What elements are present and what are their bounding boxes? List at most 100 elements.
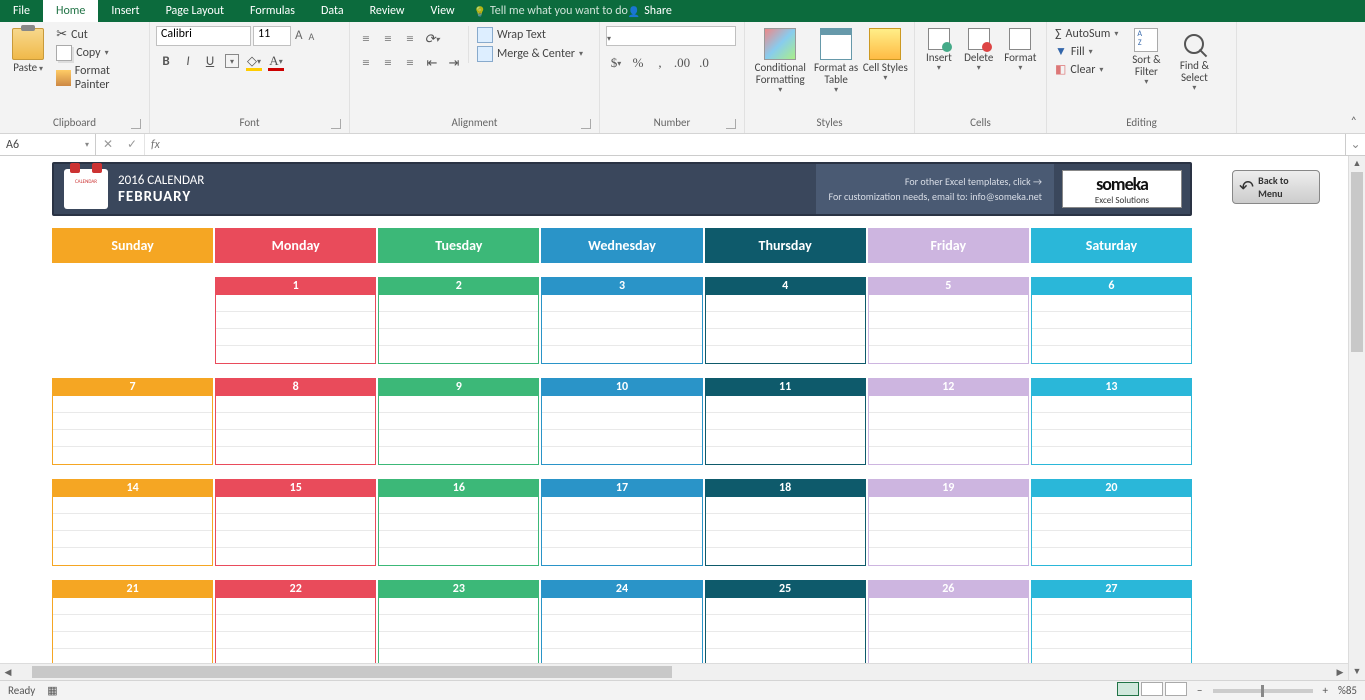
enter-formula-icon[interactable]: ✓	[120, 137, 144, 152]
day-cell[interactable]: 26	[868, 580, 1029, 667]
someka-logo[interactable]: somekaExcel Solutions	[1062, 170, 1182, 208]
day-cell[interactable]: 10	[541, 378, 702, 465]
align-middle-icon[interactable]: ≡	[378, 29, 398, 49]
day-cell[interactable]: 5	[868, 277, 1029, 364]
format-cells-button[interactable]: Format	[1001, 26, 1040, 73]
day-cell[interactable]: 1	[215, 277, 376, 364]
format-as-table-button[interactable]: Format as Table	[813, 26, 858, 95]
name-box[interactable]: A6	[0, 134, 96, 155]
day-cell[interactable]: 18	[705, 479, 866, 566]
formula-input[interactable]	[166, 134, 1345, 155]
tab-pagelayout[interactable]: Page Layout	[153, 0, 237, 22]
day-cell[interactable]: 2	[378, 277, 539, 364]
insert-cells-button[interactable]: Insert	[921, 26, 957, 73]
tab-formulas[interactable]: Formulas	[237, 0, 308, 22]
day-cell[interactable]	[52, 277, 213, 364]
align-top-icon[interactable]: ≡	[356, 29, 376, 49]
day-cell[interactable]: 11	[705, 378, 866, 465]
day-cell[interactable]: 25	[705, 580, 866, 667]
tab-file[interactable]: File	[0, 0, 43, 22]
font-color-button[interactable]: A	[266, 51, 286, 71]
wrap-text-button[interactable]: Wrap Text	[475, 26, 585, 44]
tab-view[interactable]: View	[418, 0, 468, 22]
align-center-icon[interactable]: ≡	[378, 53, 398, 73]
zoom-out-icon[interactable]: −	[1197, 684, 1202, 697]
align-left-icon[interactable]: ≡	[356, 53, 376, 73]
align-bottom-icon[interactable]: ≡	[400, 29, 420, 49]
fill-button[interactable]: ▼Fill	[1053, 43, 1120, 60]
tab-insert[interactable]: Insert	[98, 0, 152, 22]
clear-button[interactable]: ◧Clear	[1053, 61, 1120, 78]
increase-decimal-icon[interactable]: .00	[672, 53, 692, 73]
border-button[interactable]	[225, 54, 239, 68]
zoom-level[interactable]: %85	[1338, 684, 1357, 697]
indent-decrease-icon[interactable]: ⇤	[422, 53, 442, 73]
paste-button[interactable]: Paste	[6, 26, 50, 74]
percent-format-icon[interactable]: %	[628, 53, 648, 73]
day-cell[interactable]: 12	[868, 378, 1029, 465]
cut-button[interactable]: ✂Cut	[54, 26, 143, 43]
day-cell[interactable]: 16	[378, 479, 539, 566]
collapse-ribbon-icon[interactable]: ˄	[1351, 115, 1357, 129]
day-cell[interactable]: 7	[52, 378, 213, 465]
vertical-scrollbar[interactable]: ▲▼	[1348, 156, 1365, 680]
fx-icon[interactable]: fx	[145, 134, 166, 155]
find-select-button[interactable]: Find & Select	[1172, 26, 1216, 93]
day-cell[interactable]: 4	[705, 277, 866, 364]
indent-increase-icon[interactable]: ⇥	[444, 53, 464, 73]
number-format-select[interactable]	[606, 26, 736, 46]
day-cell[interactable]: 15	[215, 479, 376, 566]
day-cell[interactable]: 6	[1031, 277, 1192, 364]
day-cell[interactable]: 3	[541, 277, 702, 364]
day-cell[interactable]: 21	[52, 580, 213, 667]
day-cell[interactable]: 19	[868, 479, 1029, 566]
day-cell[interactable]: 24	[541, 580, 702, 667]
underline-button[interactable]: U	[200, 51, 220, 71]
tab-home[interactable]: Home	[43, 0, 98, 22]
view-buttons[interactable]	[1115, 682, 1187, 699]
day-cell[interactable]: 20	[1031, 479, 1192, 566]
alignment-launcher[interactable]	[581, 119, 591, 129]
tab-review[interactable]: Review	[357, 0, 418, 22]
font-launcher[interactable]	[331, 119, 341, 129]
day-cell[interactable]: 13	[1031, 378, 1192, 465]
conditional-formatting-button[interactable]: Conditional Formatting	[751, 26, 809, 95]
day-cell[interactable]: 8	[215, 378, 376, 465]
align-right-icon[interactable]: ≡	[400, 53, 420, 73]
expand-formula-bar-icon[interactable]: ⌄	[1345, 134, 1365, 155]
day-cell[interactable]: 23	[378, 580, 539, 667]
day-cell[interactable]: 9	[378, 378, 539, 465]
back-to-menu-button[interactable]: Back to Menu	[1232, 170, 1320, 204]
cancel-formula-icon[interactable]: ✕	[96, 137, 120, 152]
day-cell[interactable]: 27	[1031, 580, 1192, 667]
font-size-select[interactable]: 11	[253, 26, 291, 46]
decrease-decimal-icon[interactable]: .0	[694, 53, 714, 73]
share-button[interactable]: Share	[628, 4, 672, 18]
font-name-select[interactable]: Calibri	[156, 26, 251, 46]
zoom-slider[interactable]	[1213, 689, 1313, 693]
copy-button[interactable]: Copy	[54, 44, 143, 62]
clipboard-launcher[interactable]	[131, 119, 141, 129]
comma-format-icon[interactable]: ,	[650, 53, 670, 73]
grow-font-icon[interactable]: A	[293, 26, 305, 46]
day-cell[interactable]: 17	[541, 479, 702, 566]
shrink-font-icon[interactable]: A	[307, 26, 317, 46]
format-painter-button[interactable]: Format Painter	[54, 63, 143, 93]
day-cell[interactable]: 22	[215, 580, 376, 667]
cell-styles-button[interactable]: Cell Styles	[863, 26, 908, 83]
delete-cells-button[interactable]: Delete	[961, 26, 997, 73]
italic-button[interactable]: I	[178, 51, 198, 71]
accounting-format-icon[interactable]: $	[606, 53, 626, 73]
zoom-in-icon[interactable]: +	[1323, 684, 1328, 697]
orientation-icon[interactable]: ⟳	[422, 29, 442, 49]
tab-data[interactable]: Data	[308, 0, 357, 22]
merge-center-button[interactable]: Merge & Center	[475, 45, 585, 63]
horizontal-scrollbar[interactable]: ◀ ▶	[0, 663, 1348, 680]
macro-record-icon[interactable]: ▦	[47, 684, 57, 697]
sort-filter-button[interactable]: Sort & Filter	[1124, 26, 1168, 87]
autosum-button[interactable]: ∑AutoSum	[1053, 26, 1120, 42]
number-launcher[interactable]	[726, 119, 736, 129]
day-cell[interactable]: 14	[52, 479, 213, 566]
fill-color-button[interactable]: ◇	[244, 51, 264, 71]
tell-me-search[interactable]: Tell me what you want to do	[468, 4, 628, 18]
